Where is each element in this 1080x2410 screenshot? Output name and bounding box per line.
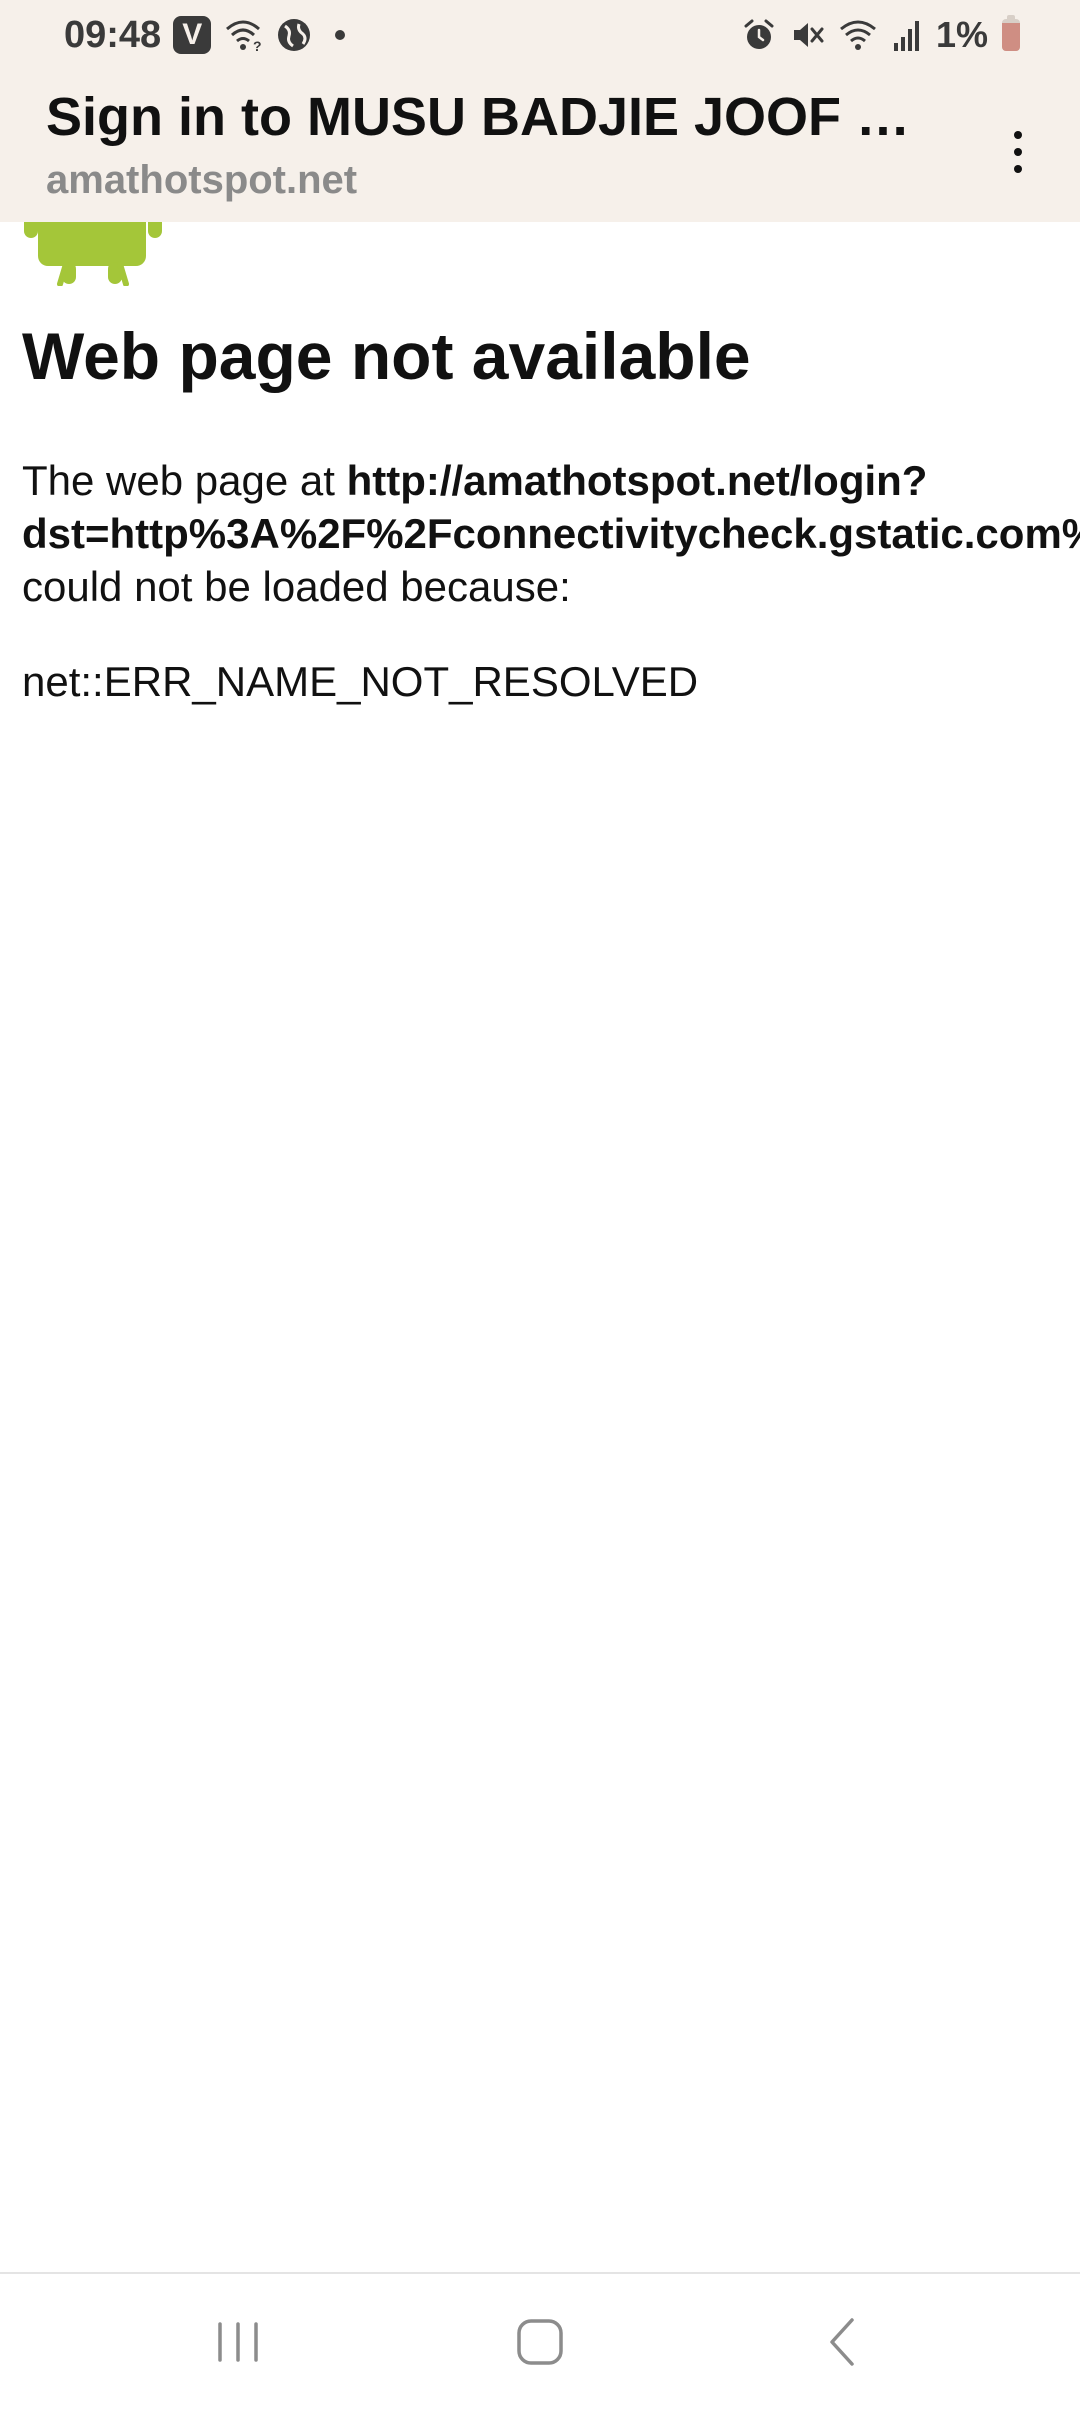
mute-icon <box>790 18 824 52</box>
app-header: Sign in to MUSU BADJIE JOOF 28... amatho… <box>0 70 1080 222</box>
battery-percent: 1% <box>935 14 988 55</box>
signal-icon <box>892 19 922 51</box>
alarm-icon <box>742 18 776 52</box>
page-title: Sign in to MUSU BADJIE JOOF 28... <box>46 87 936 147</box>
more-vert-icon[interactable] <box>988 112 1048 192</box>
v-app-icon: V <box>173 16 212 54</box>
android-robot-icon <box>24 222 162 286</box>
status-bar-left: 09:48 V ? <box>64 8 346 62</box>
failed-url-line1: http://amathotspot.net/login? <box>346 457 928 504</box>
error-message-suffix: could not be loaded because: <box>22 563 571 610</box>
error-title: Web page not available <box>22 319 751 393</box>
notification-dot-icon <box>335 30 346 40</box>
more-dot <box>1014 165 1022 173</box>
web-content: Web page not available The web page at h… <box>0 222 1080 2272</box>
more-dot <box>1014 148 1022 156</box>
wifi-icon <box>838 18 878 52</box>
more-dot <box>1014 131 1022 139</box>
back-icon <box>830 2318 854 2366</box>
battery-icon <box>1002 15 1020 51</box>
failed-url-line2: dst=http%3A%2F%2Fconnectivitycheck.gstat… <box>22 510 1080 557</box>
status-bar: 09:48 V ? 1% <box>0 0 1080 70</box>
status-bar-right: 1% <box>742 8 1020 62</box>
recents-button[interactable] <box>178 2294 298 2390</box>
error-message-prefix: The web page at <box>22 457 347 504</box>
battery-level <box>1002 23 1020 51</box>
home-icon <box>517 2319 563 2365</box>
error-message: The web page at http://amathotspot.net/l… <box>22 454 1080 613</box>
recents-icon <box>218 2322 258 2362</box>
globe-icon <box>275 16 313 54</box>
navigation-bar <box>0 2272 1080 2410</box>
svg-text:?: ? <box>253 38 262 53</box>
home-button[interactable] <box>480 2294 600 2390</box>
back-button[interactable] <box>782 2294 902 2390</box>
page-url: amathotspot.net <box>46 158 358 202</box>
wifi-question-icon: ? <box>223 17 263 53</box>
error-code: net::ERR_NAME_NOT_RESOLVED <box>22 658 699 705</box>
status-time: 09:48 <box>64 13 162 56</box>
